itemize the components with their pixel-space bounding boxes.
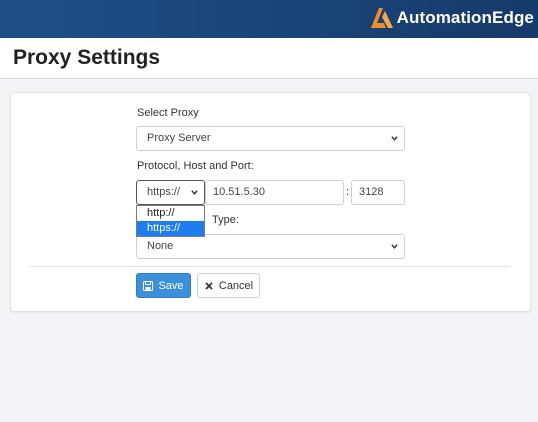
cancel-button[interactable]: Cancel (197, 273, 260, 298)
automationedge-logo-icon (370, 8, 393, 28)
brand-name: AutomationEdge (396, 8, 534, 27)
chevron-down-icon (191, 190, 198, 195)
page-title: Proxy Settings (13, 46, 161, 69)
cancel-button-label: Cancel (218, 279, 254, 292)
save-button[interactable]: Save (136, 273, 191, 298)
save-button-label: Save (158, 279, 184, 292)
host-input[interactable]: 10.51.5.30 (205, 180, 344, 205)
protocol-select[interactable]: https:// (136, 180, 205, 205)
proxy-select-value: Proxy Server (147, 132, 211, 144)
protocol-option-https[interactable]: https:// (137, 221, 204, 236)
port-input[interactable]: 3128 (351, 180, 405, 205)
close-icon (205, 281, 213, 290)
proxy-select[interactable]: Proxy Server (136, 126, 405, 151)
authentication-type-value: None (147, 240, 174, 252)
protocol-select-value: https:// (147, 186, 181, 198)
protocol-dropdown-list: http:// https:// (136, 205, 205, 237)
top-banner: AutomationEdge (0, 0, 538, 38)
chevron-down-icon (391, 244, 398, 249)
chevron-down-icon (391, 136, 398, 141)
brand-logo[interactable]: AutomationEdge (368, 5, 534, 31)
select-proxy-label: Select Proxy (137, 107, 199, 119)
authentication-type-label: Type: (212, 214, 239, 226)
floppy-disk-icon (143, 280, 154, 291)
form-divider (30, 266, 510, 267)
page-header: Proxy Settings (0, 38, 538, 79)
authentication-type-select[interactable]: None (136, 234, 405, 259)
protocol-option-http[interactable]: http:// (137, 206, 204, 221)
protocol-host-port-label: Protocol, Host and Port: (137, 160, 254, 172)
port-separator: : (346, 186, 350, 198)
